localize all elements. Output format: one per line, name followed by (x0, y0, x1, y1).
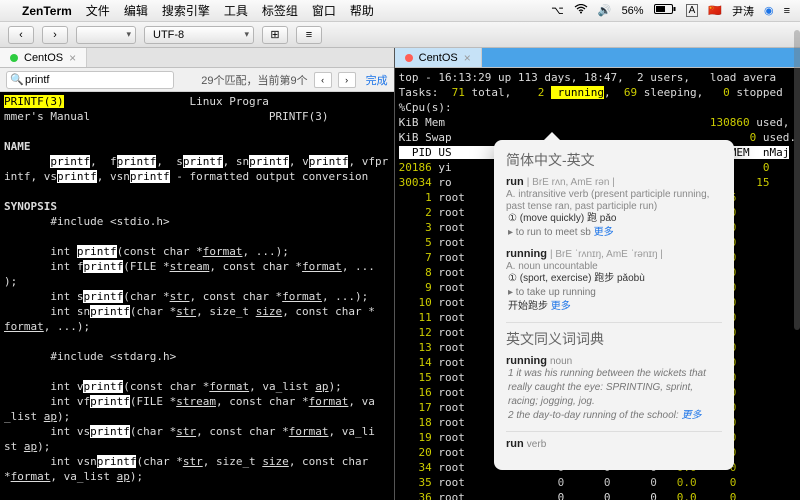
user-name[interactable]: 尹涛 (732, 3, 754, 19)
dict-title-1: 简体中文-英文 (506, 150, 722, 170)
menu-file[interactable]: 文件 (86, 2, 110, 19)
dict-e2-d1: ① (sport, exercise) 跑步 pǎobù (508, 272, 722, 286)
dict-e3-pos: noun (550, 356, 572, 367)
toolbar-back-button[interactable]: ‹ (8, 26, 34, 44)
dict-e1-d2: ▸ to run to meet sb 更多 (508, 226, 722, 240)
man-header-mid: Linux Progra (189, 95, 268, 108)
a-icon[interactable]: A (686, 4, 699, 17)
menu-window[interactable]: 窗口 (312, 2, 336, 19)
man-syn-h: SYNOPSIS (4, 200, 57, 213)
dict-title-2: 英文同义词词典 (506, 329, 722, 349)
menu-tools[interactable]: 工具 (224, 2, 248, 19)
encoding-select[interactable]: UTF-8 (144, 26, 254, 44)
dict-e2-d3: 开始跑步 更多 (508, 300, 722, 314)
encoding-label: UTF-8 (153, 29, 184, 41)
menu-tabgroup[interactable]: 标签组 (262, 2, 298, 19)
tab-close-icon[interactable]: × (69, 51, 76, 65)
tab-status-dot (405, 54, 413, 62)
system-scrollbar[interactable] (794, 30, 800, 330)
dict-e1-hw[interactable]: run (506, 176, 524, 188)
inc1: #include <stdio.h> (4, 215, 170, 228)
left-pane: CentOS × 🔍 29个匹配，当前第9个 ‹ › 完成 PRINTF(3) … (0, 48, 395, 500)
tab-status-dot (10, 54, 18, 62)
right-tab[interactable]: CentOS × (395, 48, 482, 67)
toolbar-fwd-button[interactable]: › (42, 26, 68, 44)
dict-e1-pron: | BrE rʌn, AmE rən | (527, 177, 615, 188)
status-icons: ⌥ 🔊 56% A 🇨🇳 尹涛 ◉ ≡ (551, 3, 790, 19)
dict-e2-d2: ▸ to take up running (508, 286, 722, 300)
alt-icon[interactable]: ⌥ (551, 4, 564, 17)
toolbar-select-1[interactable] (76, 26, 136, 44)
search-icon: 🔍 (10, 73, 24, 86)
battery-pct: 56% (622, 5, 644, 17)
right-tab-label: CentOS (419, 52, 458, 64)
dict-e1-pos: A. intransitive verb (present participle… (506, 189, 709, 212)
search-input[interactable] (6, 71, 174, 89)
top-l1: top - 16:13:29 up 113 days, 18:47, 2 use… (399, 71, 777, 84)
spotlight-icon[interactable]: ◉ (764, 4, 774, 17)
dict-e3-hw[interactable]: running (506, 355, 547, 367)
flag-icon[interactable]: 🇨🇳 (708, 4, 722, 17)
volume-icon[interactable]: 🔊 (598, 4, 612, 17)
left-tabbar: CentOS × (0, 48, 394, 68)
dict-e4-pos: verb (527, 439, 546, 450)
inc2: #include <stdarg.h> (4, 350, 176, 363)
battery-icon[interactable] (654, 4, 676, 17)
macos-menubar: ZenTerm 文件 编辑 搜索引擎 工具 标签组 窗口 帮助 ⌥ 🔊 56% … (0, 0, 800, 22)
search-done[interactable]: 完成 (366, 72, 388, 88)
left-tab[interactable]: CentOS × (0, 48, 87, 67)
search-prev[interactable]: ‹ (314, 72, 332, 88)
toolbar-btn-a[interactable]: ⊞ (262, 26, 288, 44)
toolbar-btn-b[interactable]: ≡ (296, 26, 322, 44)
right-pane: CentOS × top - 16:13:29 up 113 days, 18:… (395, 48, 800, 500)
menu-edit[interactable]: 编辑 (124, 2, 148, 19)
dict-e3-d2: 2 the day-to-day running of the school: … (508, 409, 722, 423)
menu-search[interactable]: 搜索引擎 (162, 2, 210, 19)
menu-extra-icon[interactable]: ≡ (784, 5, 790, 17)
man-mmer: mmer's Manual (4, 110, 90, 123)
left-tab-label: CentOS (24, 52, 63, 64)
app-name[interactable]: ZenTerm (22, 4, 72, 18)
dictionary-popover: 简体中文-英文 run | BrE rʌn, AmE rən | A. intr… (494, 140, 734, 470)
menu-help[interactable]: 帮助 (350, 2, 374, 19)
dict-e2-hw[interactable]: running (506, 248, 547, 260)
dict-e1-d1: ① (move quickly) 跑 pǎo (508, 212, 722, 226)
app-toolbar: ‹ › UTF-8 ⊞ ≡ (0, 22, 800, 48)
tab-close-icon[interactable]: × (464, 51, 471, 65)
dict-e2-pos: A. noun uncountable (506, 261, 598, 272)
dict-e4-hw[interactable]: run (506, 438, 524, 450)
man-header-right: PRINTF(3) (269, 110, 329, 123)
dict-e2-pron: | BrE ˈrʌnɪŋ, AmE ˈrənɪŋ | (550, 249, 663, 260)
wifi-icon[interactable] (574, 4, 588, 17)
left-terminal[interactable]: PRINTF(3) Linux Progra mmer's Manual PRI… (0, 92, 394, 500)
man-header-left: PRINTF(3) (4, 95, 64, 108)
match-info: 29个匹配，当前第9个 (201, 72, 307, 88)
search-next[interactable]: › (338, 72, 356, 88)
man-name-h: NAME (4, 140, 31, 153)
right-tabbar: CentOS × (395, 48, 800, 68)
search-bar: 🔍 29个匹配，当前第9个 ‹ › 完成 (0, 68, 394, 92)
dict-e3-d1: 1 it was his running between the wickets… (508, 367, 722, 409)
